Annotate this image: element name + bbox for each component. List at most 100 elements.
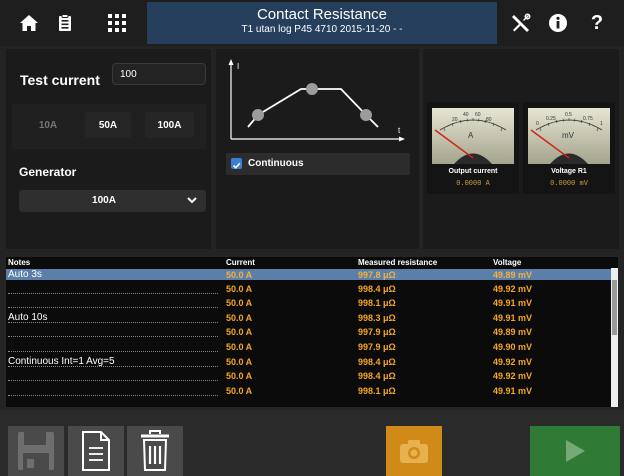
clipboard-icon	[59, 14, 71, 31]
current-range-group: 10A 50A 100A	[12, 104, 206, 149]
current-50a-button[interactable]: 50A	[85, 112, 131, 138]
svg-text:80: 80	[486, 117, 492, 123]
svg-text:20: 20	[452, 117, 458, 123]
row-voltage: 49.90 mV	[493, 342, 533, 352]
row-current: 50.0 A	[226, 386, 253, 396]
row-current: 50.0 A	[226, 298, 253, 308]
row-resistance: 997.8 μΩ	[358, 270, 396, 280]
bottom-toolbar	[0, 410, 624, 476]
save-icon	[18, 432, 54, 470]
note-divider	[8, 395, 218, 396]
grid-icon	[108, 14, 126, 32]
voltage-r1-label: Voltage R1	[551, 168, 587, 175]
home-button[interactable]	[11, 5, 47, 41]
analog-gauge-icon: 0 0.25 0.5 0.75 1 mV	[528, 108, 610, 164]
help-button[interactable]: ?	[579, 5, 615, 41]
table-row[interactable]: 50.0 A 997.9 μΩ 49.89 mV	[6, 326, 611, 337]
output-current-label: Output current	[448, 168, 498, 175]
analog-gauge-icon: 20 40 60 80 A	[432, 108, 514, 164]
note-divider	[8, 380, 218, 381]
ramp-down-point[interactable]	[360, 109, 372, 121]
table-row[interactable]: 50.0 A 998.1 μΩ 49.91 mV	[6, 297, 611, 308]
table-row[interactable]: 50.0 A 998.4 μΩ 49.92 mV	[6, 370, 611, 381]
row-current: 50.0 A	[226, 371, 253, 381]
table-row[interactable]: Auto 3s 50.0 A 997.8 μΩ 49.89 mV	[6, 269, 611, 280]
col-notes[interactable]: Notes	[8, 258, 30, 267]
row-note: Auto 10s	[8, 312, 48, 323]
home-icon	[20, 15, 38, 31]
table-row[interactable]: 50.0 A 998.1 μΩ 49.91 mV	[6, 385, 611, 396]
col-resistance[interactable]: Measured resistance	[358, 258, 437, 267]
row-resistance: 998.4 μΩ	[358, 284, 396, 294]
row-note: Auto 3s	[8, 269, 42, 280]
note-divider	[8, 351, 218, 352]
voltage-r1-reading: 0.0000 mV	[550, 180, 588, 188]
note-divider	[8, 307, 218, 308]
col-current[interactable]: Current	[226, 258, 255, 267]
save-button[interactable]	[8, 426, 64, 476]
row-voltage: 49.92 mV	[493, 284, 533, 294]
meter-unit: mV	[562, 131, 575, 140]
app-window: Contact Resistance T1 utan log P45 4710 …	[0, 0, 624, 476]
row-voltage: 49.91 mV	[493, 313, 533, 323]
generator-select[interactable]: 100A	[19, 190, 206, 212]
plateau-point[interactable]	[306, 83, 318, 95]
continuous-checkbox[interactable]: Continuous	[226, 153, 410, 175]
svg-text:0.5: 0.5	[565, 112, 572, 118]
row-voltage: 49.92 mV	[493, 371, 533, 381]
clipboard-button[interactable]	[47, 5, 83, 41]
continuous-label: Continuous	[248, 158, 304, 169]
svg-text:1: 1	[600, 121, 603, 127]
row-voltage: 49.91 mV	[493, 386, 533, 396]
row-resistance: 998.1 μΩ	[358, 386, 396, 396]
current-10a-button[interactable]: 10A	[25, 112, 71, 138]
x-axis-label: t	[398, 126, 401, 135]
row-resistance: 998.4 μΩ	[358, 357, 396, 367]
row-voltage: 49.89 mV	[493, 327, 533, 337]
tools-button[interactable]	[503, 5, 539, 41]
start-button[interactable]	[530, 426, 620, 476]
ramp-up-point[interactable]	[252, 109, 264, 121]
svg-text:40: 40	[463, 112, 469, 118]
current-profile-graph: I t	[228, 59, 405, 142]
current-100a-button[interactable]: 100A	[145, 112, 194, 138]
page-title: Contact Resistance	[256, 6, 388, 23]
title-box: Contact Resistance T1 utan log P45 4710 …	[147, 2, 497, 44]
page-subtitle: T1 utan log P45 4710 2015-11-20 - -	[241, 24, 403, 35]
row-resistance: 998.1 μΩ	[358, 298, 396, 308]
table-row[interactable]: 50.0 A 997.9 μΩ 49.90 mV	[6, 341, 611, 352]
delete-button[interactable]	[127, 426, 183, 476]
chevron-down-icon	[187, 197, 197, 204]
svg-text:0.75: 0.75	[583, 116, 593, 122]
col-voltage[interactable]: Voltage	[493, 258, 521, 267]
test-current-input[interactable]	[112, 63, 206, 85]
menu-grid-button[interactable]	[99, 5, 135, 41]
trash-icon	[141, 430, 169, 471]
table-row[interactable]: 50.0 A 998.4 μΩ 49.92 mV	[6, 283, 611, 294]
note-divider	[8, 336, 218, 337]
row-resistance: 997.9 μΩ	[358, 342, 396, 352]
info-icon	[549, 14, 567, 32]
info-button[interactable]	[540, 5, 576, 41]
report-button[interactable]	[68, 426, 124, 476]
top-bar: Contact Resistance T1 utan log P45 4710 …	[0, 0, 624, 46]
scrollbar-thumb[interactable]	[612, 280, 617, 335]
row-resistance: 998.3 μΩ	[358, 313, 396, 323]
test-current-panel: Test current 10A 50A 100A Generator 100A	[6, 49, 211, 249]
table-scrollbar[interactable]	[611, 268, 618, 407]
checkbox-checked-icon	[231, 158, 242, 169]
row-resistance: 998.4 μΩ	[358, 371, 396, 381]
table-row[interactable]: Auto 10s 50.0 A 998.3 μΩ 49.91 mV	[6, 312, 611, 323]
camera-button[interactable]	[386, 426, 442, 476]
output-current-reading: 0.0000 A	[456, 180, 490, 188]
y-axis-label: I	[237, 62, 239, 71]
row-current: 50.0 A	[226, 357, 253, 367]
note-divider	[8, 293, 218, 294]
svg-text:60: 60	[475, 112, 481, 118]
row-voltage: 49.91 mV	[493, 298, 533, 308]
table-row[interactable]: Continuous Int=1 Avg=5 50.0 A 998.4 μΩ 4…	[6, 356, 611, 367]
generator-label: Generator	[19, 165, 77, 179]
test-current-label: Test current	[20, 72, 100, 88]
row-resistance: 997.9 μΩ	[358, 327, 396, 337]
tools-icon	[512, 13, 531, 32]
